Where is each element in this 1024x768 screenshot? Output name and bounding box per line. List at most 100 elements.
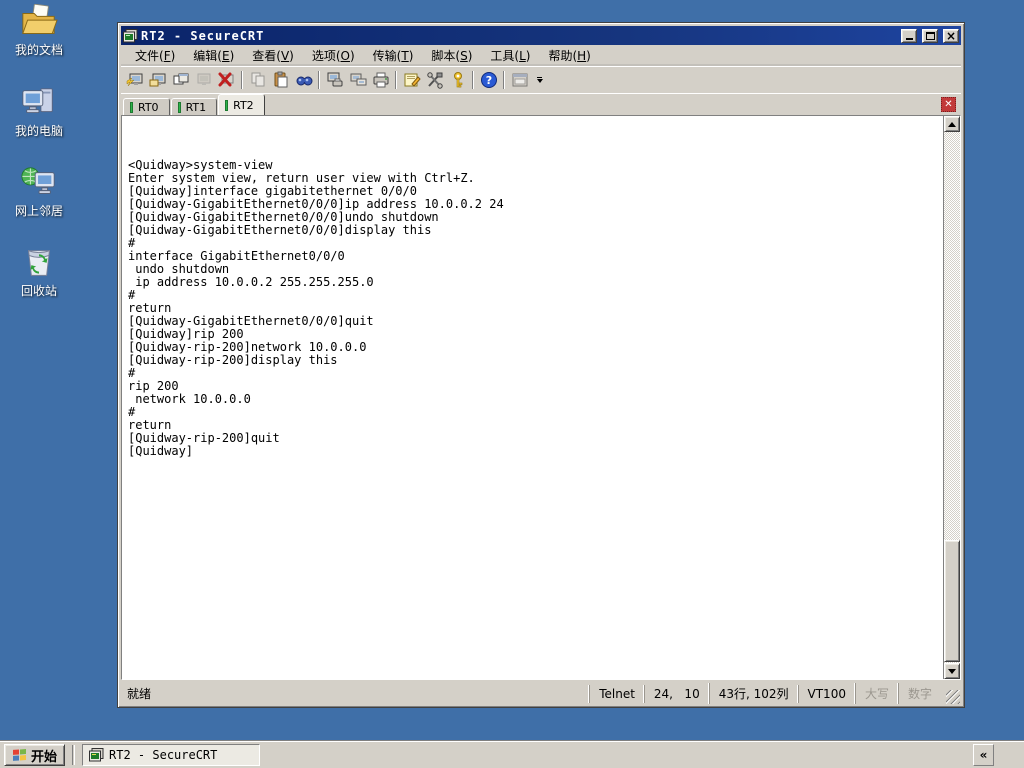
menu-item[interactable]: 编辑(E) — [184, 45, 243, 66]
desktop-icon-label: 我的电脑 — [14, 124, 63, 138]
terminal-line: [Quidway-GigabitEthernet0/0/0]display th… — [128, 223, 432, 237]
toolbar: ? — [121, 66, 961, 93]
status-panel: 数字 — [897, 683, 941, 704]
terminal-area: <Quidway>system-view Enter system view, r… — [121, 115, 961, 680]
resize-grip[interactable] — [946, 690, 960, 704]
tab-label: RT1 — [185, 100, 207, 114]
toolbar-separator — [472, 71, 474, 89]
start-label: 开始 — [31, 748, 58, 764]
network-places-icon — [20, 165, 58, 199]
connect-icon[interactable] — [146, 69, 169, 91]
my-documents-icon — [20, 3, 58, 38]
desktop-icon-label: 我的文档 — [14, 43, 63, 57]
securecrt-app-icon — [89, 748, 104, 762]
session-status-icon — [130, 101, 133, 113]
close-icon: × — [945, 28, 957, 43]
status-panel: VT100 — [797, 684, 855, 703]
paste-icon[interactable] — [269, 69, 292, 91]
scroll-up-button[interactable] — [944, 116, 960, 132]
terminal-line: interface GigabitEthernet0/0/0 — [128, 249, 345, 263]
my-computer-icon — [20, 85, 58, 119]
global-options-icon[interactable] — [423, 69, 446, 91]
find-icon[interactable] — [292, 69, 315, 91]
securecrt-window: RT2 - SecureCRT × 文件(F) 编辑(E) 查看(V) 选项(O… — [117, 22, 965, 708]
help-icon[interactable]: ? — [477, 69, 500, 91]
disconnect-icon[interactable] — [215, 69, 238, 91]
command-window-icon[interactable] — [508, 69, 531, 91]
session-tab[interactable]: RT1 — [170, 98, 218, 115]
maximize-button[interactable] — [922, 28, 938, 43]
session-status-icon — [177, 101, 181, 113]
arrow-down-icon — [948, 668, 956, 674]
tab-close-button[interactable]: ✕ — [941, 97, 956, 112]
connect-in-tab-icon[interactable] — [169, 69, 192, 91]
session-tab[interactable]: RT2 — [218, 94, 265, 115]
terminal-line: ip address 10.0.0.2 255.255.255.0 — [128, 275, 374, 289]
menu-item[interactable]: 传输(T) — [364, 45, 423, 66]
desktop-icon-recycle-bin[interactable]: 回收站 — [6, 245, 72, 299]
desktop-icon-label: 网上邻居 — [14, 204, 63, 218]
chevron-left-icon: « — [979, 748, 988, 762]
taskbar: 开始 RT2 - SecureCRT « — [0, 741, 1024, 768]
session-status-icon — [225, 99, 229, 111]
close-button[interactable]: × — [943, 28, 959, 43]
menu-item[interactable]: 选项(O) — [303, 45, 364, 66]
window-title: RT2 - SecureCRT — [141, 28, 265, 43]
terminal-line: # — [128, 405, 136, 419]
scroll-down-button[interactable] — [944, 663, 960, 679]
menu-item[interactable]: 工具(L) — [481, 45, 539, 66]
session-tab[interactable]: RT0 — [123, 98, 170, 115]
keymap-icon[interactable] — [446, 69, 469, 91]
tray-collapse-button[interactable]: « — [973, 744, 994, 766]
print-preview-icon[interactable] — [346, 69, 369, 91]
terminal-line: # — [128, 366, 136, 380]
task-button-securecrt[interactable]: RT2 - SecureCRT — [82, 744, 261, 766]
menu-item[interactable]: 脚本(S) — [422, 45, 481, 66]
title-bar[interactable]: RT2 - SecureCRT × — [121, 26, 961, 45]
desktop-icon-label: 回收站 — [20, 284, 57, 298]
status-panel: 24, 10 — [643, 684, 709, 703]
print-icon[interactable] — [369, 69, 392, 91]
menu-item[interactable]: 文件(F) — [126, 45, 184, 66]
taskbar-separator — [72, 745, 76, 765]
desktop-icon-my-computer[interactable]: 我的电脑 — [6, 85, 72, 139]
scrollbar-thumb[interactable] — [944, 540, 960, 662]
terminal-output[interactable]: <Quidway>system-view Enter system view, r… — [122, 116, 943, 679]
recycle-bin-icon — [20, 245, 58, 279]
terminal-line: [Quidway-rip-200]display this — [128, 353, 338, 367]
toolbar-overflow-icon — [537, 77, 542, 78]
quick-connect-icon[interactable] — [123, 69, 146, 91]
terminal-line: [Quidway-rip-200]quit — [128, 431, 280, 445]
toolbar-overflow-button[interactable] — [533, 69, 546, 91]
arrow-up-icon — [948, 121, 956, 127]
menu-item[interactable]: 查看(V) — [243, 45, 303, 66]
copy-icon[interactable] — [246, 69, 269, 91]
status-bar: 就绪 Telnet 24, 10 43行, 102列 VT100 大写 数字 — [121, 680, 961, 704]
minimize-icon — [905, 38, 913, 40]
toolbar-separator — [241, 71, 243, 89]
desktop-icon-my-documents[interactable]: 我的文档 — [6, 3, 72, 58]
maximize-icon — [925, 31, 935, 40]
terminal-line: [Quidway] — [128, 444, 194, 458]
status-ready: 就绪 — [127, 687, 152, 701]
status-panel: 43行, 102列 — [708, 683, 798, 704]
close-icon: ✕ — [944, 98, 953, 110]
menu-bar: 文件(F) 编辑(E) 查看(V) 选项(O) 传输(T) 脚本(S) 工具(L… — [121, 45, 961, 66]
session-options-icon[interactable] — [400, 69, 423, 91]
terminal-line: [Quidway-GigabitEthernet0/0/0]quit — [128, 314, 374, 328]
status-panel: 大写 — [854, 683, 898, 704]
desktop: { "desktop": { "icons": [ { "name": "my-… — [0, 0, 1024, 768]
start-button[interactable]: 开始 — [4, 744, 66, 766]
toolbar-separator — [395, 71, 397, 89]
tab-bar: RT0 RT1 RT2 ✕ — [121, 93, 961, 115]
windows-logo-icon — [13, 749, 26, 761]
tab-label: RT0 — [138, 100, 159, 114]
reconnect-icon[interactable] — [192, 69, 215, 91]
task-button-label: RT2 - SecureCRT — [109, 748, 218, 762]
menu-item[interactable]: 帮助(H) — [539, 45, 599, 66]
vertical-scrollbar[interactable] — [943, 116, 960, 679]
minimize-button[interactable] — [901, 28, 917, 43]
print-setup-icon[interactable] — [323, 69, 346, 91]
securecrt-app-icon — [123, 28, 138, 43]
desktop-icon-network-places[interactable]: 网上邻居 — [6, 165, 72, 219]
